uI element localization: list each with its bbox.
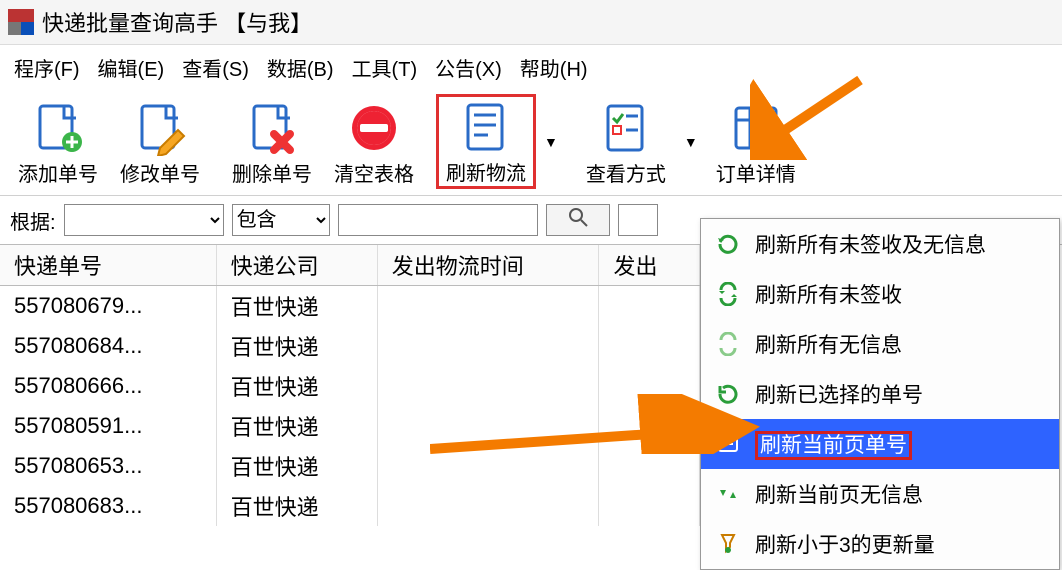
cell-sendloc — [599, 286, 700, 327]
toolbar: 添加单号 修改单号 删除单号 清空表格 刷新物流 ▼ 查看方式 ▼ — [0, 90, 1062, 196]
col-sendloc[interactable]: 发出 — [599, 245, 700, 286]
cell-sendloc — [599, 326, 700, 366]
toolbar-clear-label: 清空表格 — [334, 158, 414, 187]
filter-operator-select[interactable]: 包含 — [232, 204, 330, 236]
refresh-menu-item[interactable]: 刷新已选择的单号 — [701, 369, 1059, 419]
cell-sendloc — [599, 366, 700, 406]
cell-sendloc — [599, 486, 700, 526]
document-lines-icon — [458, 99, 514, 155]
toolbar-detail-label: 订单详情 — [716, 158, 796, 187]
toolbar-modify-button[interactable]: 修改单号 — [110, 96, 210, 189]
refresh-dropdown-arrow-icon[interactable]: ▼ — [544, 134, 558, 150]
cell-sendtime — [377, 406, 599, 446]
table-row[interactable]: 557080666...百世快递 — [0, 366, 700, 406]
col-trackno[interactable]: 快递单号 — [0, 245, 216, 286]
toolbar-viewmode-button[interactable]: 查看方式 — [576, 96, 676, 189]
toolbar-detail-button[interactable]: 订单详情 — [706, 96, 806, 189]
cell-company: 百世快递 — [216, 446, 377, 486]
refresh-menu-item[interactable]: 刷新当前页无信息 — [701, 469, 1059, 519]
refresh-menu-item-icon — [715, 381, 741, 407]
col-company[interactable]: 快递公司 — [216, 245, 377, 286]
magnifier-icon — [568, 207, 588, 233]
cell-sendtime — [377, 286, 599, 327]
table-row[interactable]: 557080591...百世快递 — [0, 406, 700, 446]
toolbar-refresh-button[interactable]: 刷新物流 — [436, 94, 536, 189]
cell-company: 百世快递 — [216, 286, 377, 327]
menu-help[interactable]: 帮助(H) — [520, 53, 588, 82]
order-detail-icon — [728, 100, 784, 156]
refresh-menu-item-icon — [715, 281, 741, 307]
toolbar-clear-button[interactable]: 清空表格 — [324, 96, 424, 189]
refresh-menu-item-label: 刷新所有未签收及无信息 — [755, 229, 986, 259]
cell-company: 百世快递 — [216, 486, 377, 526]
col-sendtime[interactable]: 发出物流时间 — [377, 245, 599, 286]
checklist-icon — [598, 100, 654, 156]
toolbar-add-button[interactable]: 添加单号 — [8, 96, 108, 189]
toolbar-delete-label: 删除单号 — [232, 158, 312, 187]
refresh-menu-item[interactable]: 刷新所有未签收 — [701, 269, 1059, 319]
viewmode-dropdown-arrow-icon[interactable]: ▼ — [684, 134, 698, 150]
table-row[interactable]: 557080679...百世快递 — [0, 286, 700, 327]
filter-field-select[interactable] — [64, 204, 224, 236]
cell-company: 百世快递 — [216, 366, 377, 406]
refresh-menu-item-icon — [715, 231, 741, 257]
cell-trackno: 557080653... — [0, 446, 216, 486]
refresh-menu-item[interactable]: 刷新当前页单号 — [701, 419, 1059, 469]
table-row[interactable]: 557080684...百世快递 — [0, 326, 700, 366]
cell-company: 百世快递 — [216, 326, 377, 366]
refresh-menu-item-icon — [715, 331, 741, 357]
cell-sendloc — [599, 446, 700, 486]
menu-edit[interactable]: 编辑(E) — [98, 53, 165, 82]
window-title: 快递批量查询高手 【与我】 — [42, 6, 312, 38]
refresh-menu-item-label: 刷新所有无信息 — [755, 329, 902, 359]
cell-trackno: 557080684... — [0, 326, 216, 366]
toolbar-viewmode-label: 查看方式 — [586, 158, 666, 187]
refresh-menu-item-icon — [715, 481, 741, 507]
toolbar-modify-label: 修改单号 — [120, 158, 200, 187]
refresh-menu-item-label: 刷新已选择的单号 — [755, 379, 923, 409]
menu-data[interactable]: 数据(B) — [267, 53, 334, 82]
toolbar-add-label: 添加单号 — [18, 158, 98, 187]
cell-trackno: 557080679... — [0, 286, 216, 327]
filter-extra-input[interactable] — [618, 204, 658, 236]
refresh-menu-item[interactable]: 刷新小于3的更新量 — [701, 519, 1059, 569]
refresh-menu-item[interactable]: 刷新所有未签收及无信息 — [701, 219, 1059, 269]
menu-program[interactable]: 程序(F) — [14, 53, 80, 82]
menu-tool[interactable]: 工具(T) — [352, 53, 418, 82]
refresh-menu-item-icon — [715, 531, 741, 557]
refresh-menu-item-label: 刷新当前页单号 — [755, 431, 912, 460]
document-edit-icon — [132, 100, 188, 156]
app-logo-icon — [8, 9, 34, 35]
menu-bar: 程序(F) 编辑(E) 查看(S) 数据(B) 工具(T) 公告(X) 帮助(H… — [0, 45, 1062, 90]
table-row[interactable]: 557080683...百世快递 — [0, 486, 700, 526]
toolbar-refresh-label: 刷新物流 — [446, 157, 526, 186]
document-delete-icon — [244, 100, 300, 156]
toolbar-delete-button[interactable]: 删除单号 — [222, 96, 322, 189]
cell-sendtime — [377, 486, 599, 526]
refresh-menu-item-icon — [715, 431, 741, 457]
cell-sendloc — [599, 406, 700, 446]
cell-trackno: 557080666... — [0, 366, 216, 406]
no-entry-icon — [346, 100, 402, 156]
refresh-menu-item-label: 刷新当前页无信息 — [755, 479, 923, 509]
refresh-menu-item-label: 刷新小于3的更新量 — [755, 529, 935, 559]
cell-trackno: 557080591... — [0, 406, 216, 446]
menu-notice[interactable]: 公告(X) — [435, 53, 502, 82]
document-plus-icon — [30, 100, 86, 156]
refresh-menu-item[interactable]: 刷新所有无信息 — [701, 319, 1059, 369]
cell-sendtime — [377, 366, 599, 406]
menu-view[interactable]: 查看(S) — [182, 53, 249, 82]
filter-value-input[interactable] — [338, 204, 538, 236]
title-bar: 快递批量查询高手 【与我】 — [0, 0, 1062, 45]
cell-sendtime — [377, 326, 599, 366]
filter-search-button[interactable] — [546, 204, 610, 236]
filter-label: 根据: — [10, 206, 56, 235]
refresh-menu-item-label: 刷新所有未签收 — [755, 279, 902, 309]
cell-company: 百世快递 — [216, 406, 377, 446]
cell-trackno: 557080683... — [0, 486, 216, 526]
refresh-dropdown-menu: 刷新所有未签收及无信息刷新所有未签收刷新所有无信息刷新已选择的单号刷新当前页单号… — [700, 218, 1060, 570]
cell-sendtime — [377, 446, 599, 486]
table-row[interactable]: 557080653...百世快递 — [0, 446, 700, 486]
